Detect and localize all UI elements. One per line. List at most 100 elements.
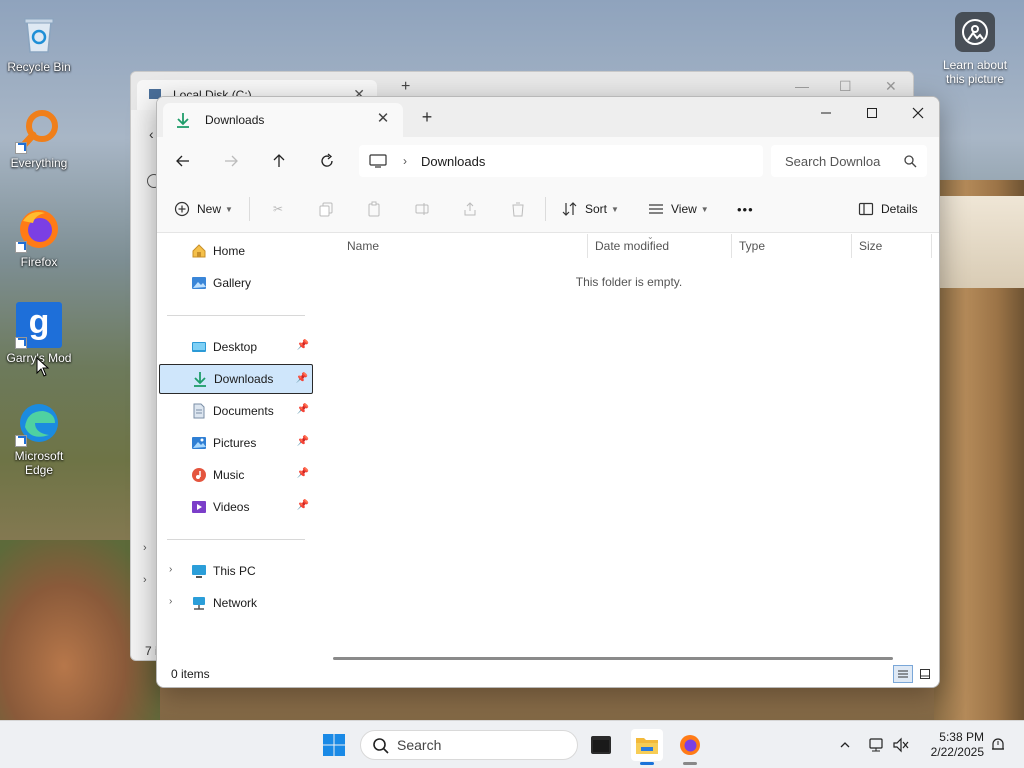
- back-minimize-icon[interactable]: —: [795, 78, 809, 94]
- active-indicator: [640, 762, 654, 765]
- network-status-icon[interactable]: [866, 735, 886, 755]
- title-bar: Downloads ✕ +: [157, 97, 939, 137]
- sidebar-item-pictures[interactable]: Pictures 📌: [159, 428, 313, 458]
- column-header-date-modified[interactable]: Date modified: [585, 234, 729, 258]
- desktop-icon-everything[interactable]: Everything: [1, 106, 77, 170]
- column-header-name[interactable]: Name: [337, 234, 587, 258]
- breadcrumb-downloads[interactable]: Downloads: [421, 154, 485, 169]
- sidebar-item-music[interactable]: Music 📌: [159, 460, 313, 490]
- sidebar-item-network[interactable]: › Network: [159, 588, 313, 618]
- expand-chevron-icon[interactable]: ›: [169, 564, 172, 575]
- maximize-button[interactable]: [849, 97, 895, 129]
- pin-icon[interactable]: 📌: [297, 404, 309, 415]
- pin-icon[interactable]: 📌: [297, 340, 309, 351]
- clock-time: 5:38 PM: [939, 730, 984, 744]
- trash-icon: [509, 200, 527, 218]
- back-nav-arrow-icon: ‹: [149, 126, 154, 142]
- tiles-view-icon: [920, 669, 930, 679]
- sidebar-item-gallery[interactable]: Gallery: [159, 268, 313, 298]
- notifications-bell-icon[interactable]: [988, 735, 1008, 755]
- arrow-up-icon: [273, 154, 285, 167]
- pin-icon[interactable]: 📌: [297, 468, 309, 479]
- close-button[interactable]: [895, 97, 939, 129]
- sidebar-item-label: Gallery: [213, 276, 252, 290]
- address-input[interactable]: › Downloads: [359, 145, 763, 177]
- minimize-button[interactable]: [803, 97, 849, 129]
- up-button[interactable]: [267, 149, 291, 173]
- windows-logo-icon: [323, 734, 345, 756]
- copy-button[interactable]: [317, 197, 341, 221]
- rename-button[interactable]: [413, 197, 437, 221]
- view-list-icon: [647, 200, 665, 218]
- downloads-explorer-window[interactable]: Downloads ✕ + › Downloads Search Downloa…: [156, 96, 940, 688]
- more-dots-icon: •••: [737, 201, 754, 217]
- taskbar-app-file-explorer[interactable]: [631, 729, 663, 765]
- address-bar-row: › Downloads Search Downloa: [157, 137, 939, 185]
- desktop-icon-label: Everything: [10, 156, 68, 170]
- desktop-icon-garrys-mod[interactable]: g Garry's Mod: [1, 301, 77, 365]
- sort-button[interactable]: Sort ▼: [561, 197, 619, 221]
- sidebar-item-videos[interactable]: Videos 📌: [159, 492, 313, 522]
- cut-button[interactable]: ✂: [269, 197, 293, 221]
- sidebar-item-this-pc[interactable]: › This PC: [159, 556, 313, 586]
- sidebar-item-label: Documents: [213, 404, 274, 418]
- pin-icon[interactable]: 📌: [297, 500, 309, 511]
- delete-button[interactable]: [509, 197, 533, 221]
- chevron-down-icon: ▼: [700, 204, 709, 214]
- tiles-view-button[interactable]: [915, 665, 935, 683]
- desktop-icon-microsoft-edge[interactable]: Microsoft Edge: [1, 399, 77, 477]
- sidebar-item-label: Network: [213, 596, 258, 610]
- taskbar-app-firefox[interactable]: [674, 729, 706, 765]
- home-icon: [191, 243, 207, 259]
- refresh-button[interactable]: [315, 149, 339, 173]
- tab-close-icon[interactable]: ✕: [375, 111, 391, 127]
- back-button[interactable]: [171, 149, 195, 173]
- firefox-icon: [15, 205, 63, 253]
- navigation-pane: Home Gallery Desktop 📌 Downloads 📌 Docum…: [157, 234, 317, 649]
- back-maximize-icon[interactable]: ☐: [839, 78, 852, 95]
- search-input[interactable]: Search Downloa: [771, 145, 927, 177]
- expand-chevron-icon[interactable]: ›: [169, 596, 172, 607]
- share-button[interactable]: [461, 197, 485, 221]
- taskbar-clock[interactable]: 5:38 PM 2/22/2025: [924, 730, 984, 760]
- taskbar-app-terminal[interactable]: [585, 729, 617, 761]
- sidebar-item-documents[interactable]: Documents 📌: [159, 396, 313, 426]
- minimize-icon: [821, 112, 831, 114]
- sidebar-item-downloads[interactable]: Downloads 📌: [159, 364, 313, 394]
- details-pane-button[interactable]: Details: [857, 197, 918, 221]
- new-button[interactable]: New ▼: [173, 197, 233, 221]
- close-icon: [912, 107, 924, 119]
- details-view-button[interactable]: [893, 665, 913, 683]
- desktop-icon-label: Microsoft Edge: [14, 449, 64, 477]
- sidebar-item-home[interactable]: Home: [159, 236, 313, 266]
- back-new-tab-icon[interactable]: +: [401, 78, 410, 96]
- more-options-button[interactable]: •••: [737, 197, 754, 221]
- taskbar-search-label: Search: [397, 737, 442, 753]
- new-tab-icon[interactable]: +: [419, 108, 435, 126]
- column-header-size[interactable]: Size: [849, 234, 929, 258]
- terminal-icon: [591, 736, 611, 754]
- view-button[interactable]: View ▼: [647, 197, 709, 221]
- paste-button[interactable]: [365, 197, 389, 221]
- tab-downloads[interactable]: Downloads ✕: [163, 103, 403, 137]
- sidebar-item-desktop[interactable]: Desktop 📌: [159, 332, 313, 362]
- column-header-type[interactable]: Type: [729, 234, 849, 258]
- pin-icon[interactable]: 📌: [296, 373, 308, 384]
- back-close-icon[interactable]: ✕: [885, 78, 897, 95]
- learn-about-picture[interactable]: Learn about this picture: [940, 12, 1010, 86]
- horizontal-scrollbar[interactable]: [333, 657, 893, 660]
- pin-icon[interactable]: 📌: [297, 436, 309, 447]
- details-label: Details: [881, 202, 918, 216]
- computer-icon: [191, 563, 207, 579]
- forward-button[interactable]: [219, 149, 243, 173]
- start-button[interactable]: [322, 733, 346, 757]
- column-divider[interactable]: [931, 234, 932, 258]
- desktop-icon-firefox[interactable]: Firefox: [1, 205, 77, 269]
- desktop-icon-recycle-bin[interactable]: Recycle Bin: [1, 10, 77, 74]
- document-icon: [191, 403, 207, 419]
- volume-muted-icon[interactable]: [891, 735, 911, 755]
- taskbar-search-box[interactable]: Search: [360, 730, 578, 760]
- breadcrumb-chevron-icon[interactable]: ›: [403, 154, 407, 168]
- tray-overflow-chevron-icon[interactable]: [835, 735, 855, 755]
- download-arrow-icon: [177, 113, 189, 128]
